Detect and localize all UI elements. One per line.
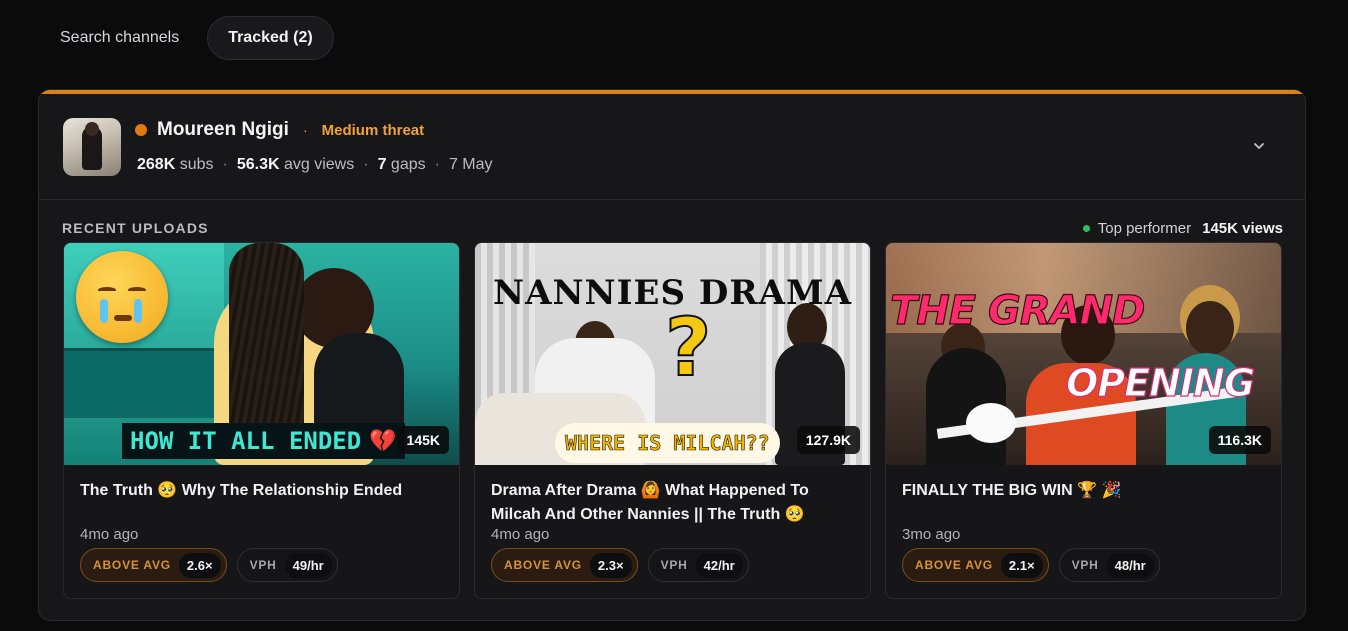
channel-name: Moureen Ngigi bbox=[157, 119, 289, 140]
channel-stats: 268K subs · 56.3K avg views · 7 gaps · 7… bbox=[137, 156, 493, 174]
stat-separator: · bbox=[222, 156, 228, 173]
video-title[interactable]: The Truth 🥺 Why The Relationship Ended bbox=[80, 479, 443, 503]
vph-pill: VPH 42/hr bbox=[647, 548, 749, 582]
video-card[interactable]: THE GRAND OPENING 116.3K FINALLY THE BIG… bbox=[885, 242, 1282, 599]
video-title[interactable]: FINALLY THE BIG WIN 🏆 🎉 bbox=[902, 479, 1265, 503]
top-performer: Top performer 145K views bbox=[1082, 220, 1283, 237]
video-card[interactable]: ? NANNIES DRAMA WHERE IS MILCAH?? 127.9K… bbox=[474, 242, 871, 599]
views-badge: 116.3K bbox=[1208, 426, 1271, 454]
threat-status-dot bbox=[135, 124, 147, 136]
threat-accent-bar bbox=[39, 90, 1305, 94]
threat-level: Medium threat bbox=[321, 121, 425, 139]
tab-tracked[interactable]: Tracked (2) bbox=[207, 16, 334, 60]
video-age: 3mo ago bbox=[902, 526, 961, 543]
subs-label: subs bbox=[179, 156, 214, 173]
views-badge: 145K bbox=[397, 426, 449, 454]
tab-bar: Search channels Tracked (2) bbox=[40, 16, 334, 60]
question-mark-icon: ? bbox=[664, 300, 712, 395]
video-thumbnail[interactable]: THE GRAND OPENING 116.3K bbox=[886, 243, 1281, 465]
chevron-down-icon[interactable] bbox=[1245, 132, 1273, 160]
vph-pill: VPH 48/hr bbox=[1058, 548, 1160, 582]
ribbon-bow-icon bbox=[966, 403, 1016, 443]
vph-pill: VPH 49/hr bbox=[236, 548, 338, 582]
views-badge: 127.9K bbox=[796, 426, 860, 454]
channel-card: Moureen Ngigi · Medium threat 268K subs … bbox=[38, 89, 1306, 621]
gaps-value: 7 bbox=[377, 156, 387, 173]
channel-header[interactable]: Moureen Ngigi · Medium threat 268K subs … bbox=[63, 118, 1281, 178]
video-thumbnail[interactable]: ? NANNIES DRAMA WHERE IS MILCAH?? 127.9K bbox=[475, 243, 870, 465]
top-performer-label: Top performer bbox=[1097, 220, 1192, 237]
thumbnail-title-1: THE GRAND bbox=[889, 287, 1145, 334]
video-title[interactable]: Drama After Drama 🙆 What Happened To Mil… bbox=[491, 479, 854, 527]
video-thumbnail[interactable]: HOW IT ALL ENDED 💔 145K bbox=[64, 243, 459, 465]
stat-separator: · bbox=[434, 156, 440, 173]
stat-separator: · bbox=[363, 156, 369, 173]
subs-value: 268K bbox=[137, 156, 176, 173]
gaps-label: gaps bbox=[390, 156, 426, 173]
thumbnail-title-2: OPENING bbox=[1065, 360, 1255, 405]
above-avg-pill: ABOVE AVG 2.6× bbox=[80, 548, 227, 582]
top-performer-value: 145K views bbox=[1202, 220, 1283, 237]
broken-heart-icon: 💔 bbox=[369, 428, 397, 454]
avg-views-value: 56.3K bbox=[236, 156, 280, 173]
thumbnail-caption: WHERE IS MILCAH?? bbox=[555, 423, 780, 463]
tracked-date: 7 May bbox=[448, 156, 493, 173]
above-avg-pill: ABOVE AVG 2.1× bbox=[902, 548, 1049, 582]
video-list: HOW IT ALL ENDED 💔 145K The Truth 🥺 Why T… bbox=[63, 242, 1282, 599]
video-card[interactable]: HOW IT ALL ENDED 💔 145K The Truth 🥺 Why T… bbox=[63, 242, 460, 599]
thumbnail-caption: HOW IT ALL ENDED 💔 bbox=[122, 423, 405, 459]
avg-views-label: avg views bbox=[283, 156, 355, 173]
above-avg-pill: ABOVE AVG 2.3× bbox=[491, 548, 638, 582]
divider bbox=[39, 199, 1305, 200]
video-age: 4mo ago bbox=[80, 526, 139, 543]
video-age: 4mo ago bbox=[491, 526, 550, 543]
recent-uploads-label: RECENT UPLOADS bbox=[62, 220, 209, 236]
crying-face-icon bbox=[76, 251, 168, 343]
tab-search-channels[interactable]: Search channels bbox=[40, 16, 199, 60]
threat-separator: · bbox=[302, 122, 308, 138]
channel-avatar bbox=[63, 118, 121, 176]
thumbnail-headline: NANNIES DRAMA bbox=[493, 273, 852, 313]
top-performer-dot bbox=[1082, 225, 1090, 232]
